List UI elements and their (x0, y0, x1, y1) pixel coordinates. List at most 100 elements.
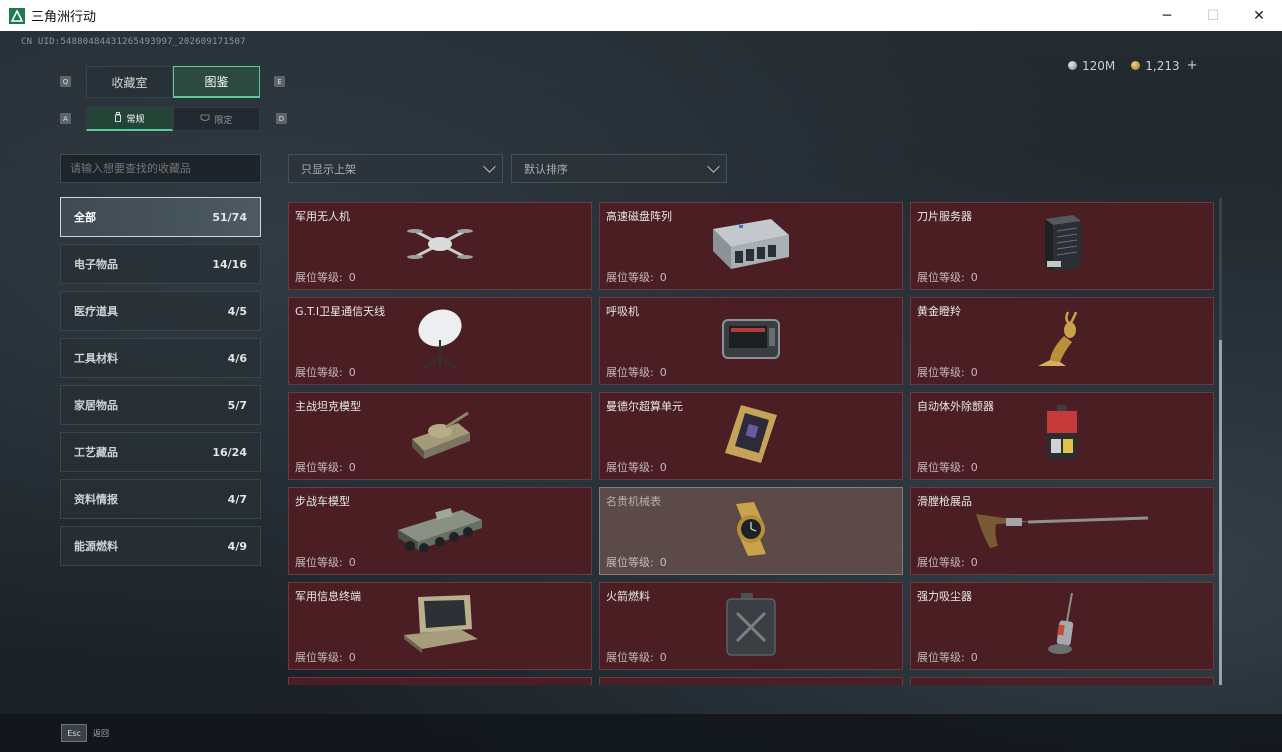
item-card[interactable] (910, 677, 1214, 685)
level-value: 0 (348, 271, 356, 284)
category-name: 全部 (74, 211, 96, 224)
item-level: 展位等级: 0 (917, 459, 978, 475)
level-value: 0 (659, 366, 667, 379)
level-value: 0 (348, 651, 356, 664)
category-crafts[interactable]: 工艺藏品 16/24 (60, 432, 261, 472)
category-count: 4/6 (227, 351, 247, 365)
item-card[interactable]: 步战车模型 展位等级: 0 (288, 487, 592, 575)
item-card[interactable]: 自动体外除颤器 展位等级: 0 (910, 392, 1214, 480)
category-tools[interactable]: 工具材料 4/6 (60, 338, 261, 378)
category-medical[interactable]: 医疗道具 4/5 (60, 291, 261, 331)
minimize-button[interactable]: ─ (1144, 0, 1190, 31)
level-label: 展位等级: (606, 651, 654, 664)
musket-icon (972, 504, 1152, 558)
item-level: 展位等级: 0 (606, 459, 667, 475)
chevron-down-icon (483, 159, 496, 173)
level-label: 展位等级: (917, 651, 965, 664)
tab-collection-room[interactable]: 收藏室 (86, 66, 173, 98)
level-value: 0 (659, 461, 667, 474)
military-terminal-icon (400, 593, 480, 659)
window-title: 三角洲行动 (31, 10, 97, 25)
level-value: 0 (970, 271, 978, 284)
category-name: 医疗道具 (74, 305, 118, 318)
item-level: 展位等级: 0 (295, 269, 356, 285)
item-card[interactable]: 军用信息终端 展位等级: 0 (288, 582, 592, 670)
shelf-filter-select[interactable]: 只显示上架 (288, 154, 503, 183)
main-tabs: 收藏室 图鉴 (86, 66, 260, 98)
item-name: 强力吸尘器 (917, 590, 972, 603)
category-fuel[interactable]: 能源燃料 4/9 (60, 526, 261, 566)
item-level: 展位等级: 0 (295, 649, 356, 665)
item-card[interactable]: 黄金瞪羚 展位等级: 0 (910, 297, 1214, 385)
item-card[interactable]: 高速磁盘阵列 展位等级: 0 (599, 202, 903, 290)
grid-scrollbar[interactable] (1219, 198, 1222, 685)
gold-amount: 1,213 (1145, 58, 1180, 73)
subtab-regular[interactable]: 常规 (86, 107, 173, 131)
item-card[interactable]: 刀片服务器 展位等级: 0 (910, 202, 1214, 290)
subtab-limited[interactable]: 限定 (173, 107, 260, 131)
level-label: 展位等级: (606, 366, 654, 379)
item-card[interactable]: 名贵机械表 展位等级: 0 (599, 487, 903, 575)
category-all[interactable]: 全部 51/74 (60, 197, 261, 237)
supercomputer-unit-icon (723, 403, 779, 469)
collection-search-input[interactable] (60, 154, 261, 183)
tab-catalog[interactable]: 图鉴 (173, 66, 260, 98)
item-name: G.T.I卫星通信天线 (295, 305, 386, 318)
sort-select[interactable]: 默认排序 (511, 154, 727, 183)
gold-currency[interactable]: 1,213 + (1131, 58, 1198, 73)
item-card[interactable]: 曼德尔超算单元 展位等级: 0 (599, 392, 903, 480)
item-name: 刀片服务器 (917, 210, 972, 223)
level-value: 0 (659, 271, 667, 284)
maximize-button[interactable]: ☐ (1190, 0, 1236, 31)
add-currency-icon[interactable]: + (1187, 58, 1198, 73)
category-electronics[interactable]: 电子物品 14/16 (60, 244, 261, 284)
item-level: 展位等级: 0 (917, 269, 978, 285)
level-value: 0 (659, 556, 667, 569)
item-name: 火箭燃料 (606, 590, 650, 603)
item-card[interactable]: G.T.I卫星通信天线 展位等级: 0 (288, 297, 592, 385)
key-hint-q: Q (60, 76, 71, 87)
item-card[interactable]: 滑膛枪展品 展位等级: 0 (910, 487, 1214, 575)
currency-bar: 120M 1,213 + (1068, 58, 1198, 73)
category-household[interactable]: 家居物品 5/7 (60, 385, 261, 425)
rocket-fuel-icon (723, 591, 779, 661)
category-count: 51/74 (212, 210, 247, 224)
item-card[interactable] (288, 677, 592, 685)
category-count: 4/9 (227, 539, 247, 553)
close-button[interactable]: ✕ (1236, 0, 1282, 31)
blade-server-icon (1037, 213, 1087, 279)
back-label: 返回 (93, 728, 109, 738)
back-button[interactable]: Esc 返回 (61, 724, 109, 742)
item-card[interactable]: 主战坦克模型 展位等级: 0 (288, 392, 592, 480)
scrollbar-thumb[interactable] (1219, 340, 1222, 685)
item-card[interactable]: 火箭燃料 展位等级: 0 (599, 582, 903, 670)
level-value: 0 (970, 366, 978, 379)
category-list: 全部 51/74 电子物品 14/16 医疗道具 4/5 工具材料 4/6 家居… (60, 197, 261, 573)
item-card[interactable]: 呼吸机 展位等级: 0 (599, 297, 903, 385)
level-value: 0 (348, 556, 356, 569)
mask-icon (200, 114, 210, 125)
bottom-bar: Esc 返回 (0, 714, 1282, 752)
item-name: 高速磁盘阵列 (606, 210, 672, 223)
category-name: 工艺藏品 (74, 446, 118, 459)
item-name: 呼吸机 (606, 305, 639, 318)
collection-grid: 军用无人机 展位等级: 0 高速磁盘阵列 展位等级: 0 刀片服务器 展位等级: 0 (288, 202, 1216, 685)
item-level: 展位等级: 0 (917, 649, 978, 665)
category-name: 工具材料 (74, 352, 118, 365)
level-label: 展位等级: (917, 366, 965, 379)
esc-key-icon: Esc (61, 724, 87, 742)
item-name: 军用信息终端 (295, 590, 361, 603)
category-name: 家居物品 (74, 399, 118, 412)
level-value: 0 (659, 651, 667, 664)
level-label: 展位等级: (295, 651, 343, 664)
category-count: 14/16 (212, 257, 247, 271)
item-level: 展位等级: 0 (606, 649, 667, 665)
level-value: 0 (970, 556, 978, 569)
player-uid: CN UID:54880484431265493997_202609171507 (21, 37, 246, 47)
item-card[interactable]: 强力吸尘器 展位等级: 0 (910, 582, 1214, 670)
category-intel[interactable]: 资料情报 4/7 (60, 479, 261, 519)
category-count: 4/7 (227, 492, 247, 506)
silver-currency: 120M (1068, 59, 1115, 73)
item-card[interactable] (599, 677, 903, 685)
item-card[interactable]: 军用无人机 展位等级: 0 (288, 202, 592, 290)
